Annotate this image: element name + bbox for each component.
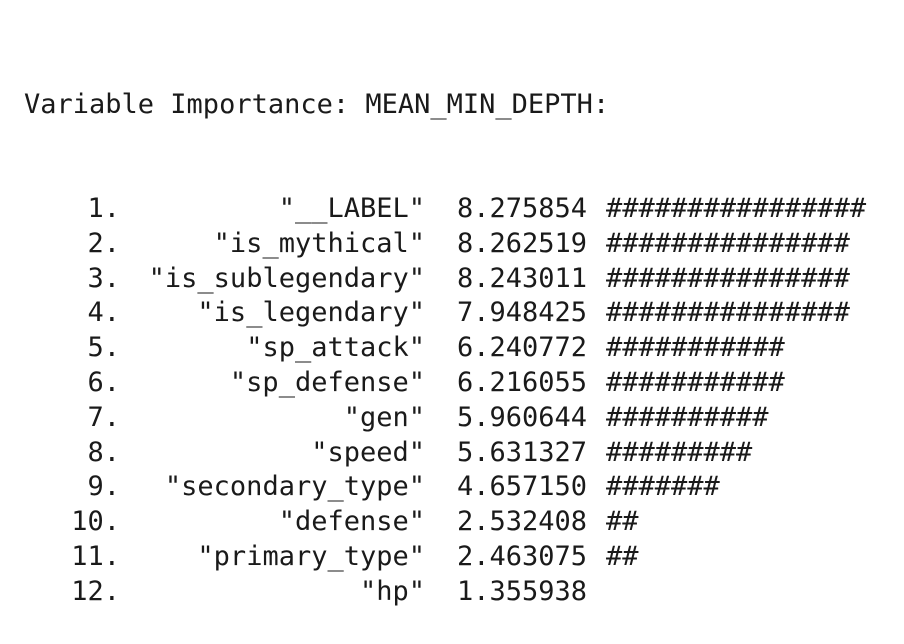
variable-name: "hp" (359, 575, 425, 607)
importance-value: 7.948425 (457, 297, 588, 329)
importance-bar: ## (606, 506, 639, 538)
importance-bar: ######### (606, 436, 753, 468)
list-item: 11. "primary_type" 2.463075 ## (24, 540, 866, 575)
importance-bar: ########### (606, 366, 785, 398)
list-item: 3. "is_sublegendary" 8.243011 #############… (24, 262, 866, 297)
list-item: 12. "hp" 1.355938 (24, 575, 866, 610)
rank-number: 11. (71, 540, 120, 572)
importance-bar: ############### (606, 297, 850, 329)
importance-bar: ########## (606, 401, 769, 433)
list-item: 8. "speed" 5.631327 ######### (24, 436, 866, 471)
importance-value: 1.355938 (457, 575, 588, 607)
variable-name: "is_sublegendary" (148, 262, 425, 294)
importance-value: 6.240772 (457, 332, 588, 364)
importance-value: 2.463075 (457, 540, 588, 572)
list-item: 6. "sp_defense" 6.216055 ########### (24, 366, 866, 401)
rank-number: 10. (71, 506, 120, 538)
variable-name: "sp_defense" (229, 366, 425, 398)
list-item: 9. "secondary_type" 4.657150 ####### (24, 470, 866, 505)
rank-number: 3. (87, 262, 120, 294)
variable-name: "defense" (278, 506, 425, 538)
list-item: 1. "__LABEL" 8.275854 ################ (24, 192, 866, 227)
variable-name: "is_mythical" (213, 227, 425, 259)
rank-number: 5. (87, 332, 120, 364)
list-item: 2. "is_mythical" 8.262519 ############### (24, 227, 866, 262)
importance-bar: ####### (606, 471, 720, 503)
rank-number: 7. (87, 401, 120, 433)
list-item: 10. "defense" 2.532408 ## (24, 505, 866, 540)
importance-value: 8.275854 (457, 192, 588, 224)
importance-bar: ################ (606, 192, 867, 224)
importance-value: 6.216055 (457, 366, 588, 398)
output-title: Variable Importance: MEAN_MIN_DEPTH: (24, 88, 610, 120)
list-item: 7. "gen" 5.960644 ########## (24, 401, 866, 436)
variable-name: "sp_attack" (246, 332, 425, 364)
list-item: 4. "is_legendary" 7.948425 ############### (24, 296, 866, 331)
importance-value: 8.262519 (457, 227, 588, 259)
importance-bar: ## (606, 540, 639, 572)
list-item: 5. "sp_attack" 6.240772 ########### (24, 331, 866, 366)
importance-value: 8.243011 (457, 262, 588, 294)
rank-number: 9. (87, 471, 120, 503)
importance-list: 1. "__LABEL" 8.275854 ################ 2. "is… (24, 192, 866, 610)
importance-bar: ############### (606, 227, 850, 259)
rank-number: 6. (87, 366, 120, 398)
importance-value: 5.960644 (457, 401, 588, 433)
variable-name: "secondary_type" (164, 471, 425, 503)
rank-number: 8. (87, 436, 120, 468)
variable-name: "__LABEL" (278, 192, 425, 224)
console-output: Variable Importance: MEAN_MIN_DEPTH: 1. "… (24, 18, 866, 644)
rank-number: 1. (87, 192, 120, 224)
variable-name: "speed" (311, 436, 425, 468)
rank-number: 2. (87, 227, 120, 259)
rank-number: 4. (87, 297, 120, 329)
rank-number: 12. (71, 575, 120, 607)
importance-value: 4.657150 (457, 471, 588, 503)
variable-name: "primary_type" (197, 540, 425, 572)
variable-name: "is_legendary" (197, 297, 425, 329)
importance-bar: ############### (606, 262, 850, 294)
importance-value: 2.532408 (457, 506, 588, 538)
importance-value: 5.631327 (457, 436, 588, 468)
variable-name: "gen" (343, 401, 425, 433)
importance-bar: ########### (606, 332, 785, 364)
